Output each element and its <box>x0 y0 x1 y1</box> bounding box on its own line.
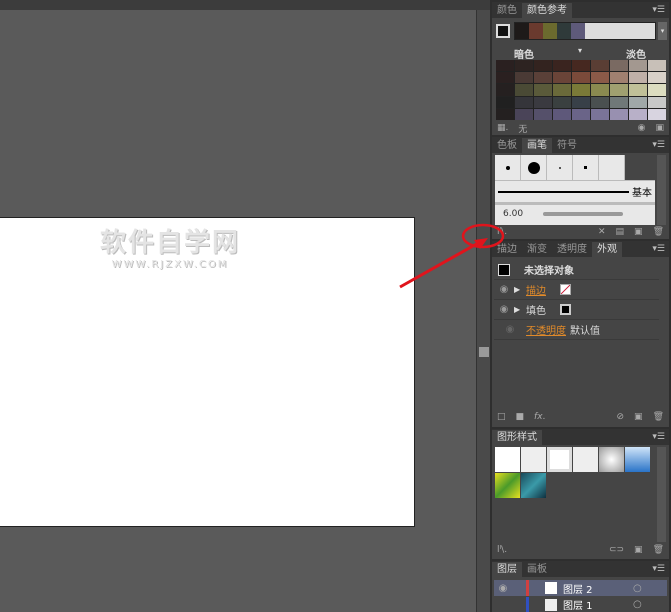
annotation-overlay <box>399 223 505 289</box>
annotation-arrow <box>399 240 481 289</box>
